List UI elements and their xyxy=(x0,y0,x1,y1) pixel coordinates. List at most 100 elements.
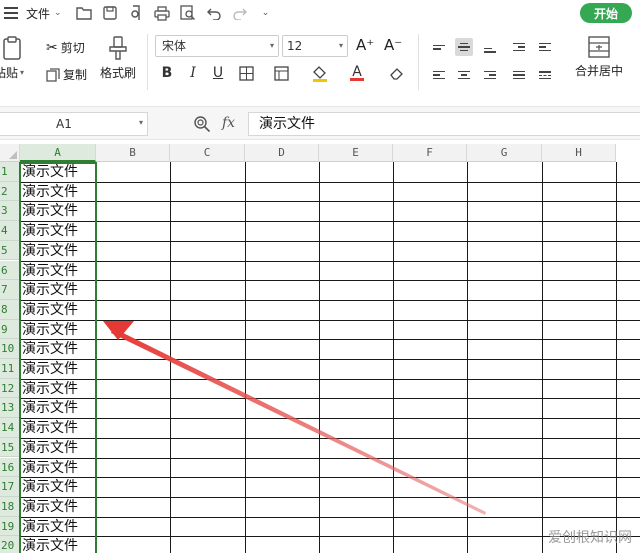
row-header[interactable]: 12 xyxy=(0,378,20,399)
row-header[interactable]: 15 xyxy=(0,437,20,458)
borders-icon xyxy=(238,65,254,81)
selection-border xyxy=(19,162,97,553)
title-bar: 文件 ⌄ ⌄ 开始 xyxy=(0,0,640,26)
format-painter-button[interactable]: 格式刷 xyxy=(100,36,136,81)
clear-format-button[interactable] xyxy=(388,64,406,82)
grid-line xyxy=(245,162,246,553)
row-header[interactable]: 7 xyxy=(0,280,20,300)
bold-button[interactable]: B xyxy=(158,64,176,82)
row-header[interactable]: 5 xyxy=(0,240,20,261)
row-header[interactable]: 17 xyxy=(0,477,20,497)
watermark-text: 爱创根知识网 xyxy=(548,530,632,546)
row-header[interactable]: 14 xyxy=(0,418,20,438)
row-header[interactable]: 20 xyxy=(0,536,20,553)
merge-center-button[interactable]: 合并居中 xyxy=(575,36,623,79)
font-color-button[interactable]: A xyxy=(348,64,366,82)
grid-line xyxy=(393,162,394,553)
italic-button[interactable]: I xyxy=(184,64,202,82)
grid-line xyxy=(542,162,543,553)
merge-center-label: 合并居中 xyxy=(575,64,624,78)
file-menu-label: 文件 xyxy=(26,6,51,21)
font-name-select[interactable]: 宋体 ▾ xyxy=(155,35,279,57)
underline-button[interactable]: U xyxy=(209,64,227,82)
font-color-icon: A xyxy=(352,63,362,80)
increase-indent-button[interactable] xyxy=(536,38,554,56)
row-header[interactable]: 3 xyxy=(0,201,20,222)
open-folder-icon[interactable] xyxy=(75,5,92,21)
increase-font-button[interactable]: A⁺ xyxy=(356,36,374,54)
column-header-g[interactable]: G xyxy=(467,144,542,162)
chevron-down-icon: ▾ xyxy=(269,41,274,50)
row-header[interactable]: 2 xyxy=(0,181,20,202)
row-header[interactable]: 8 xyxy=(0,299,20,320)
grid-line xyxy=(20,339,640,341)
row-header[interactable]: 19 xyxy=(0,516,20,537)
undo-icon[interactable] xyxy=(206,5,222,21)
row-header[interactable]: 1 xyxy=(0,162,20,182)
column-header-a[interactable]: A xyxy=(20,144,96,162)
zoom-search-icon[interactable] xyxy=(193,115,211,133)
grid-line xyxy=(20,359,640,360)
column-header-d[interactable]: D xyxy=(245,144,319,162)
insert-function-icon[interactable]: fx xyxy=(222,115,235,131)
row-header[interactable]: 16 xyxy=(0,457,20,478)
column-header-b[interactable]: B xyxy=(96,144,170,162)
ribbon-divider xyxy=(147,34,148,90)
spreadsheet-grid: A B C D E F G H 1 演示文件 2 演示文件 3 演示文件 4 演示文件 5 演示文件 6 演示文件 7 演… xyxy=(0,144,640,553)
align-middle-button[interactable] xyxy=(455,38,473,56)
hamburger-menu-icon[interactable] xyxy=(4,7,18,19)
grid-line xyxy=(20,299,640,301)
formula-input[interactable]: 演示文件 xyxy=(248,112,640,136)
paste-button[interactable]: 粘贴 ▾ xyxy=(0,36,24,81)
align-bottom-button[interactable] xyxy=(481,38,499,56)
grid-line xyxy=(20,319,640,321)
save-icon[interactable] xyxy=(102,5,118,21)
chevron-down-icon: ▾ xyxy=(20,68,25,77)
select-all-corner[interactable] xyxy=(0,144,20,162)
column-header-e[interactable]: E xyxy=(319,144,393,162)
column-header-c[interactable]: C xyxy=(170,144,245,162)
font-size-value: 12 xyxy=(287,39,303,53)
export-pdf-icon[interactable] xyxy=(128,5,144,21)
column-header-h[interactable]: H xyxy=(542,144,616,162)
grid-line xyxy=(319,162,320,553)
row-header[interactable]: 4 xyxy=(0,221,20,241)
decrease-font-button[interactable]: A⁻ xyxy=(384,36,402,54)
row-header[interactable]: 18 xyxy=(0,496,20,517)
copy-button[interactable]: 复制 xyxy=(46,66,87,83)
align-center-button[interactable] xyxy=(455,66,473,84)
distributed-align-button[interactable] xyxy=(536,66,554,84)
redo-icon[interactable] xyxy=(232,5,248,21)
row-header[interactable]: 13 xyxy=(0,398,20,419)
grid-line xyxy=(20,457,640,459)
paste-label: 粘贴 xyxy=(0,66,19,80)
align-left-button[interactable] xyxy=(430,66,448,84)
tab-start[interactable]: 开始 xyxy=(580,3,632,23)
cut-button[interactable]: ✂ 剪切 xyxy=(46,39,85,56)
formula-bar: A1 ▾ fx 演示文件 xyxy=(0,106,640,140)
row-header[interactable]: 6 xyxy=(0,260,20,281)
grid-line xyxy=(616,162,617,553)
align-right-button[interactable] xyxy=(481,66,499,84)
fill-color-button[interactable] xyxy=(311,64,329,82)
align-top-button[interactable] xyxy=(430,38,448,56)
scissors-icon: ✂ xyxy=(46,39,58,56)
justify-button[interactable] xyxy=(510,66,528,84)
chevron-down-icon: ▾ xyxy=(138,118,143,127)
customize-toolbar-icon[interactable]: ⌄ xyxy=(258,5,274,21)
copy-label: 复制 xyxy=(63,68,88,82)
grid-line xyxy=(20,378,640,380)
decrease-indent-button[interactable] xyxy=(510,38,528,56)
row-header[interactable]: 10 xyxy=(0,339,20,359)
print-icon[interactable] xyxy=(153,5,170,21)
row-header[interactable]: 9 xyxy=(0,319,20,340)
font-size-select[interactable]: 12 ▾ xyxy=(282,35,348,57)
fill-pattern-button[interactable] xyxy=(272,64,290,82)
row-header[interactable]: 11 xyxy=(0,359,20,379)
decrease-font-icon: A⁻ xyxy=(384,36,403,54)
name-box[interactable]: A1 ▾ xyxy=(0,112,148,136)
column-header-f[interactable]: F xyxy=(393,144,467,162)
borders-button[interactable] xyxy=(237,64,255,82)
file-menu[interactable]: 文件 ⌄ xyxy=(26,5,62,22)
print-preview-icon[interactable] xyxy=(179,5,196,21)
